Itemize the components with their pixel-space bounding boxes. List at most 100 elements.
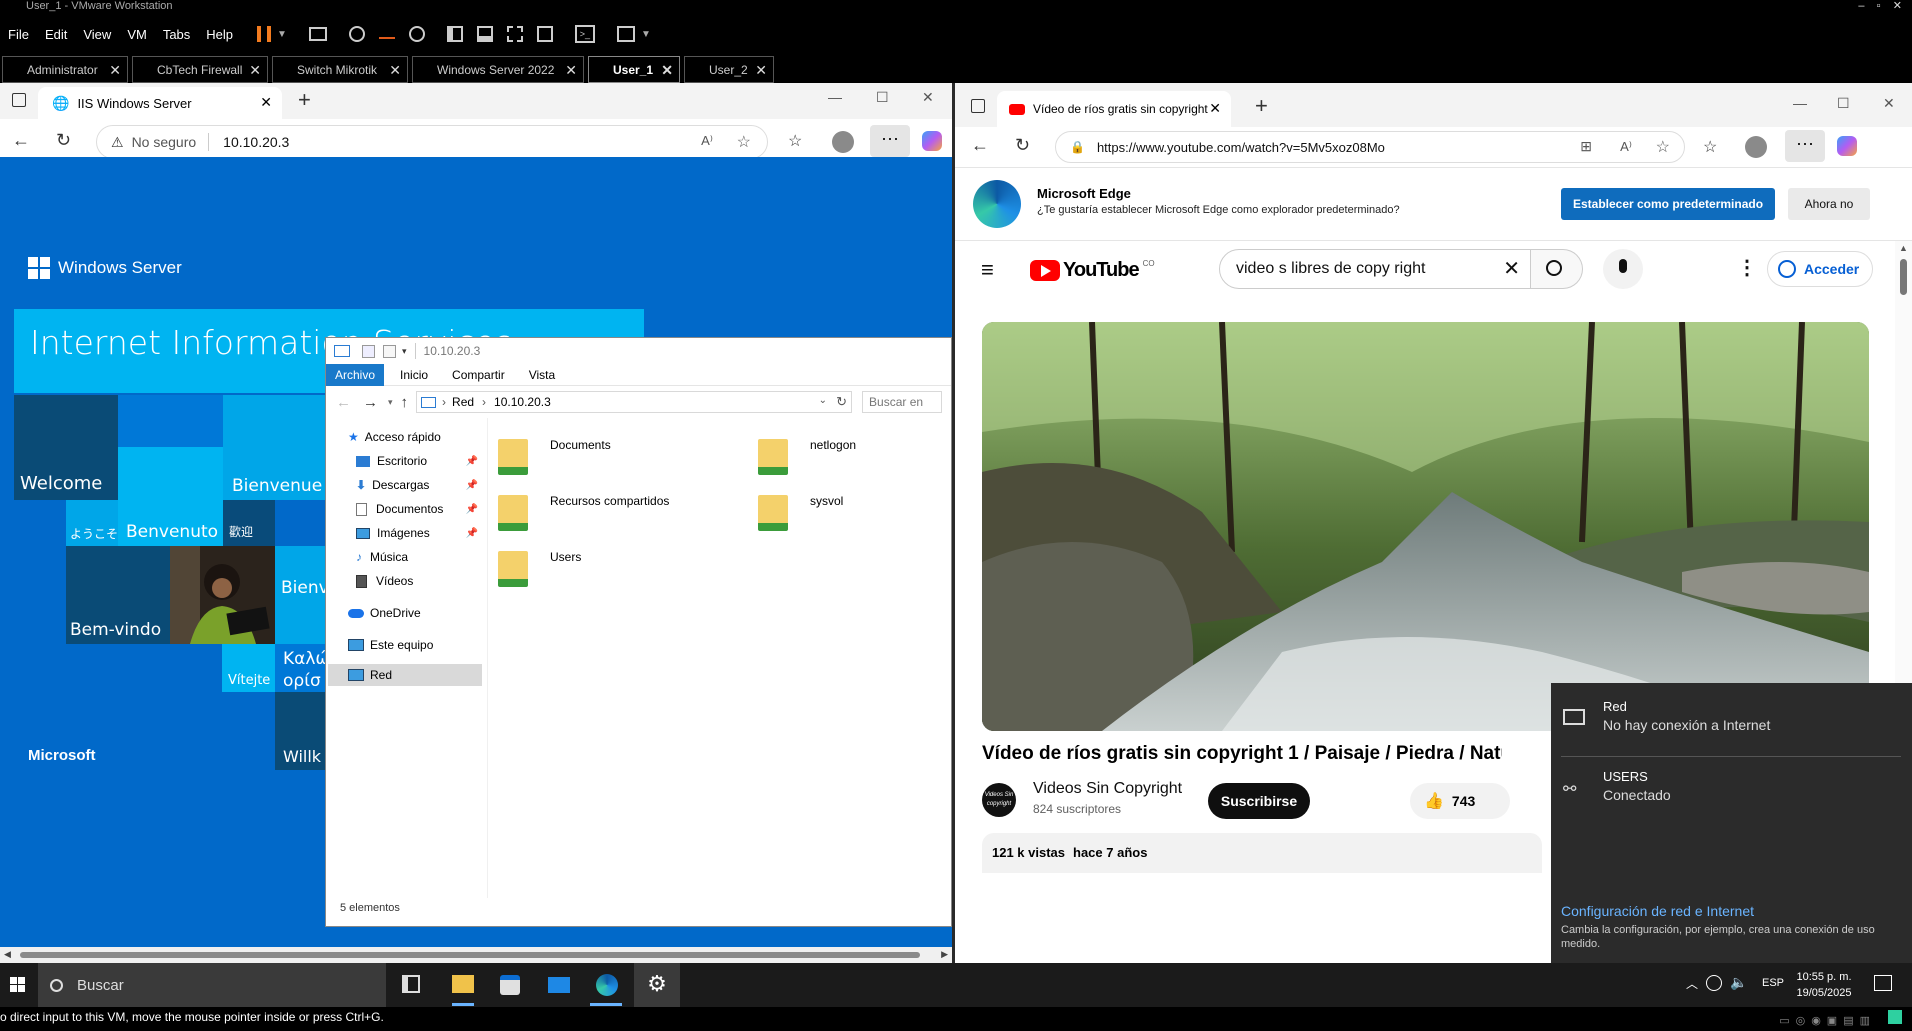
unity-icon[interactable] [536, 26, 553, 42]
close-icon[interactable]: ✕ [260, 94, 272, 111]
network-item-red[interactable]: Red No hay conexión a Internet [1551, 683, 1912, 756]
nav-red[interactable]: Red [328, 664, 482, 686]
volume-icon[interactable]: 🔈 [1730, 974, 1747, 991]
pin-icon[interactable]: 📌 [466, 504, 478, 515]
close-icon[interactable]: ✕ [565, 62, 577, 79]
clear-search-icon[interactable]: ✕ [1503, 256, 1520, 281]
scroll-thumb[interactable] [1900, 259, 1907, 295]
menu-edit[interactable]: Edit [45, 27, 67, 42]
revert-snapshot-icon[interactable] [378, 29, 395, 39]
set-default-button[interactable]: Establecer como predeterminado [1561, 188, 1775, 220]
favorite-star-icon[interactable]: ☆ [1656, 137, 1670, 157]
nav-musica[interactable]: ♪ Música [356, 550, 408, 564]
video-description[interactable]: 121 k vistas hace 7 años [982, 833, 1542, 873]
favorites-icon[interactable]: ☆ [788, 131, 802, 151]
subscribe-button[interactable]: Suscribirse [1208, 783, 1310, 819]
settings-dots-icon[interactable]: ⋮ [1737, 255, 1757, 280]
ribbon-tab-vista[interactable]: Vista [529, 368, 555, 382]
path-segment[interactable]: 10.10.20.3 [494, 395, 551, 409]
tab-actions-icon[interactable] [12, 93, 26, 107]
vm-tab-user-2[interactable]: User_2 ✕ [684, 56, 774, 83]
youtube-search-input[interactable]: video s libres de copy right ✕ [1219, 249, 1531, 289]
back-icon[interactable]: ← [336, 394, 351, 411]
scroll-right-icon[interactable]: ▶ [941, 949, 948, 960]
folder-netlogon[interactable]: netlogon [758, 434, 938, 480]
up-icon[interactable]: ↑ [401, 394, 409, 411]
close-icon[interactable]: ✕ [109, 62, 121, 79]
nav-videos[interactable]: Vídeos [356, 574, 413, 588]
folder-users[interactable]: Users [498, 546, 698, 592]
pin-icon[interactable]: 📌 [466, 528, 478, 539]
nav-escritorio[interactable]: Escritorio 📌 [356, 454, 478, 468]
minimize-icon[interactable]: — [828, 89, 842, 105]
customize-icon[interactable]: ▾ [402, 346, 407, 357]
explorer-search[interactable]: Buscar en [862, 391, 943, 413]
new-tab-icon[interactable]: + [1255, 93, 1268, 119]
menu-file[interactable]: File [8, 27, 29, 42]
thumbnail-icon[interactable] [476, 26, 493, 42]
task-view-icon[interactable] [402, 975, 420, 993]
profile-avatar[interactable] [1745, 136, 1767, 158]
pin-icon[interactable]: 📌 [466, 456, 478, 467]
folder-recursos-compartidos[interactable]: Recursos compartidos [498, 490, 748, 536]
store-icon[interactable] [500, 975, 520, 995]
file-explorer-taskbar-icon[interactable] [452, 975, 474, 993]
fullscreen-icon[interactable] [506, 26, 523, 42]
ribbon-tab-compartir[interactable]: Compartir [452, 368, 505, 382]
vm-tab-administrator[interactable]: Administrator ✕ [2, 56, 128, 83]
path-dropdown-icon[interactable]: ⌄ [819, 395, 827, 406]
dropdown-icon[interactable]: ▼ [641, 29, 651, 40]
vm-tab-user-1[interactable]: User_1 ✕ [588, 56, 680, 83]
refresh-icon[interactable]: ↻ [836, 394, 847, 410]
back-icon[interactable]: ← [971, 135, 989, 156]
properties-icon[interactable] [362, 344, 375, 358]
sign-in-button[interactable]: Acceder [1767, 251, 1873, 287]
new-folder-icon[interactable] [383, 344, 396, 358]
vm-message-icon[interactable] [1888, 1010, 1902, 1024]
favorite-star-icon[interactable]: ☆ [737, 132, 751, 152]
network-item-users[interactable]: ⚯ USERS Conectado [1551, 759, 1912, 829]
like-button[interactable]: 👍 743 [1410, 783, 1510, 819]
copilot-icon[interactable] [922, 131, 942, 151]
scroll-left-icon[interactable]: ◀ [4, 949, 11, 960]
channel-name[interactable]: Videos Sin Copyright [1033, 780, 1182, 798]
copilot-icon[interactable] [1837, 136, 1857, 156]
network-settings-link[interactable]: Configuración de red e Internet [1561, 903, 1754, 919]
notifications-icon[interactable] [1874, 975, 1892, 991]
mail-icon[interactable] [548, 977, 570, 993]
close-icon[interactable]: ✕ [389, 62, 401, 79]
menu-help[interactable]: Help [206, 27, 233, 42]
refresh-icon[interactable]: ↻ [1015, 135, 1030, 156]
search-button[interactable] [1531, 249, 1583, 289]
dropdown-icon[interactable]: ▼ [277, 29, 287, 40]
library-icon[interactable] [446, 26, 463, 42]
stretch-icon[interactable] [616, 26, 635, 42]
path-segment[interactable]: Red [452, 395, 474, 409]
snapshot-manager-icon[interactable] [408, 26, 425, 42]
nav-onedrive[interactable]: OneDrive [348, 606, 421, 620]
vm-tab-windows-server-2022[interactable]: Windows Server 2022 ✕ [412, 56, 584, 83]
address-bar[interactable]: ⚠ No seguro 10.10.20.3 A⁾ ☆ [96, 125, 768, 159]
language-indicator[interactable]: ESP [1762, 977, 1784, 989]
close-icon[interactable]: ✕ [1209, 100, 1221, 117]
menu-vm[interactable]: VM [127, 27, 147, 42]
not-now-button[interactable]: Ahora no [1788, 188, 1870, 220]
forward-icon[interactable]: → [363, 394, 378, 411]
voice-search-button[interactable] [1603, 249, 1643, 289]
profile-avatar[interactable] [832, 131, 854, 153]
close-window-icon[interactable]: ✕ [1883, 95, 1895, 112]
more-menu-icon[interactable]: ··· [870, 125, 910, 157]
folder-documents[interactable]: Documents [498, 434, 698, 480]
back-icon[interactable]: ← [12, 130, 30, 151]
start-button-icon[interactable] [10, 977, 25, 992]
nav-documentos[interactable]: Documentos 📌 [356, 502, 478, 516]
maximize-icon[interactable]: ☐ [876, 89, 889, 106]
close-icon[interactable]: ✕ [661, 62, 673, 79]
new-tab-icon[interactable]: + [298, 87, 311, 113]
channel-avatar[interactable]: Videos Sin copyright [982, 783, 1016, 817]
globe-network-icon[interactable] [1706, 975, 1722, 991]
tab-actions-icon[interactable] [971, 99, 985, 113]
ribbon-tab-archivo[interactable]: Archivo [326, 363, 385, 386]
maximize-icon[interactable]: ☐ [1837, 95, 1850, 112]
settings-gear-icon[interactable]: ⚙ [634, 963, 680, 1007]
